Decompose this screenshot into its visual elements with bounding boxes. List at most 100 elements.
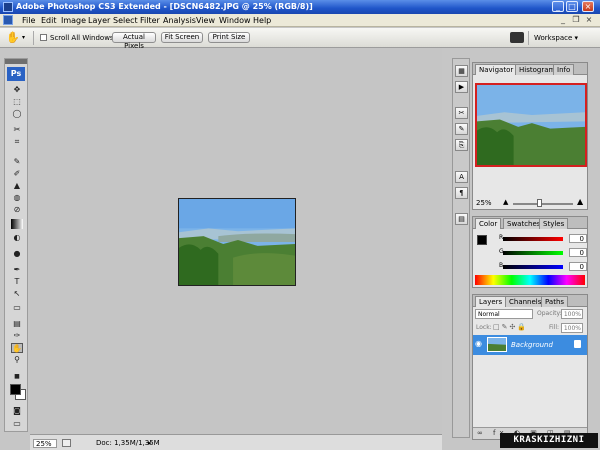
fill-label: Fill: [549, 324, 560, 331]
print-size-button[interactable]: Print Size [208, 32, 250, 43]
visibility-eye-icon[interactable]: ◉ [475, 339, 482, 348]
tab-layers[interactable]: Layers [475, 296, 507, 307]
fill-field[interactable]: 100% [561, 323, 583, 333]
minimize-button[interactable]: _ [552, 1, 564, 12]
doc-close-button[interactable]: × [584, 15, 594, 25]
brand-watermark: KRASKIZHIZNI [500, 433, 598, 448]
menu-window[interactable]: Window [219, 16, 251, 25]
fit-screen-button[interactable]: Fit Screen [161, 32, 203, 43]
screen-mode-icon[interactable]: ▭ [11, 419, 23, 429]
eyedropper-tool-icon[interactable]: ✑ [11, 331, 23, 341]
dodge-tool-icon[interactable]: ● [11, 249, 23, 259]
slice-tool-icon[interactable]: ⌗ [11, 137, 23, 147]
opacity-field[interactable]: 100% [561, 309, 583, 319]
close-button[interactable]: × [582, 1, 594, 12]
eraser-tool-icon[interactable]: ⊘ [11, 205, 23, 215]
status-info-icon[interactable] [62, 439, 71, 447]
status-menu-arrow-icon[interactable]: ▸ [148, 439, 152, 447]
tab-color[interactable]: Color [475, 218, 502, 229]
zoom-in-icon[interactable]: ▲ [577, 197, 583, 206]
path-selection-icon[interactable]: ↖ [11, 289, 23, 299]
actual-pixels-button[interactable]: Actual Pixels [112, 32, 156, 50]
layer-row-background[interactable]: ◉ Background [473, 335, 587, 355]
rectangle-tool-icon[interactable]: ▭ [11, 303, 23, 313]
tool-presets-icon[interactable]: ✂ [455, 107, 468, 119]
tools-panel-grip[interactable] [5, 59, 27, 64]
hand-tool-icon[interactable]: ✋ [11, 343, 23, 353]
menu-edit[interactable]: Edit [41, 16, 57, 25]
channel-r-value[interactable]: 0 [569, 234, 587, 243]
canvas-area[interactable] [30, 48, 442, 434]
lock-icons[interactable]: □✎✣🔒 [493, 323, 528, 331]
brushes-panel-icon[interactable]: ✎ [455, 123, 468, 135]
clone-stamp-icon[interactable]: ▲ [11, 181, 23, 191]
navigator-zoom-knob[interactable] [537, 199, 542, 207]
document-image[interactable] [178, 198, 296, 286]
clone-source-icon[interactable]: ⎘ [455, 139, 468, 151]
actions-panel-icon[interactable]: ▶ [455, 81, 468, 93]
zoom-tool-icon[interactable]: ⚲ [11, 355, 23, 365]
color-tabs: Color Swatches Styles [473, 217, 587, 229]
hand-icon[interactable]: ✋ [6, 31, 20, 45]
navigator-thumbnail[interactable] [475, 83, 587, 167]
tab-info[interactable]: Info [553, 64, 575, 75]
default-colors-icon[interactable]: ■ [11, 372, 23, 382]
menu-file[interactable]: File [22, 16, 35, 25]
menu-analysis[interactable]: Analysis [163, 16, 196, 25]
menu-image[interactable]: Image [61, 16, 86, 25]
blend-mode-select[interactable]: Normal [475, 309, 533, 319]
tool-options-dock-icon[interactable] [510, 32, 524, 43]
channel-b-slider[interactable] [503, 265, 563, 269]
channel-r-slider[interactable] [503, 237, 563, 241]
brush-tool-icon[interactable]: ✐ [11, 169, 23, 179]
navigator-zoom-value[interactable]: 25% [476, 199, 492, 207]
quick-mask-icon[interactable]: ◙ [11, 406, 23, 416]
move-tool-icon[interactable]: ✥ [11, 85, 23, 95]
foreground-color-swatch[interactable] [10, 384, 21, 395]
maximize-button[interactable]: □ [566, 1, 578, 12]
layer-name[interactable]: Background [511, 341, 553, 349]
status-bar: 25% Doc: 1,35M/1,35M ▸ [30, 434, 442, 450]
zoom-out-icon[interactable]: ▲ [503, 198, 508, 206]
tab-paths[interactable]: Paths [541, 296, 569, 307]
menu-layer[interactable]: Layer [88, 16, 110, 25]
channel-b-value[interactable]: 0 [569, 262, 587, 271]
marquee-tool-icon[interactable]: ⬚ [11, 97, 23, 107]
tab-channels[interactable]: Channels [505, 296, 546, 307]
lasso-tool-icon[interactable]: ◯ [11, 109, 23, 119]
color-fg-swatch[interactable] [477, 235, 487, 245]
lock-label: Lock: [476, 324, 492, 331]
doc-restore-button[interactable]: ❐ [571, 15, 581, 25]
blur-tool-icon[interactable]: ◐ [11, 233, 23, 243]
options-separator [33, 31, 34, 45]
navigator-panel: Navigator Histogram Info 25% ▲ ▲ [472, 62, 588, 210]
tab-styles[interactable]: Styles [539, 218, 569, 229]
tab-navigator[interactable]: Navigator [475, 64, 518, 75]
navigator-zoom-slider[interactable] [513, 203, 573, 205]
paragraph-panel-icon[interactable]: ¶ [455, 187, 468, 199]
menu-select[interactable]: Select [113, 16, 138, 25]
tool-preset-dropdown-icon[interactable]: ▾ [22, 34, 25, 41]
crop-tool-icon[interactable]: ✂ [11, 125, 23, 135]
scroll-all-windows-checkbox[interactable] [40, 34, 47, 41]
pen-tool-icon[interactable]: ✒ [11, 265, 23, 275]
document-icon[interactable] [3, 15, 13, 25]
color-spectrum-ramp[interactable] [475, 275, 585, 285]
history-brush-icon[interactable]: ◍ [11, 193, 23, 203]
character-panel-icon[interactable]: A [455, 171, 468, 183]
channel-g-value[interactable]: 0 [569, 248, 587, 257]
menu-view[interactable]: View [196, 16, 215, 25]
zoom-level-field[interactable]: 25% [33, 439, 57, 448]
history-panel-icon[interactable]: ▦ [455, 65, 468, 77]
type-tool-icon[interactable]: T [11, 277, 23, 287]
menu-help[interactable]: Help [253, 16, 271, 25]
gradient-tool-icon[interactable] [11, 219, 23, 229]
menu-filter[interactable]: Filter [140, 16, 160, 25]
workspace-menu[interactable]: Workspace ▾ [534, 34, 578, 42]
notes-tool-icon[interactable]: ▤ [11, 319, 23, 329]
layer-comps-icon[interactable]: ▤ [455, 213, 468, 225]
channel-g-slider[interactable] [503, 251, 563, 255]
doc-minimize-button[interactable]: _ [558, 15, 568, 25]
ps-logo: Ps [7, 67, 25, 81]
healing-brush-icon[interactable]: ✎ [11, 157, 23, 167]
